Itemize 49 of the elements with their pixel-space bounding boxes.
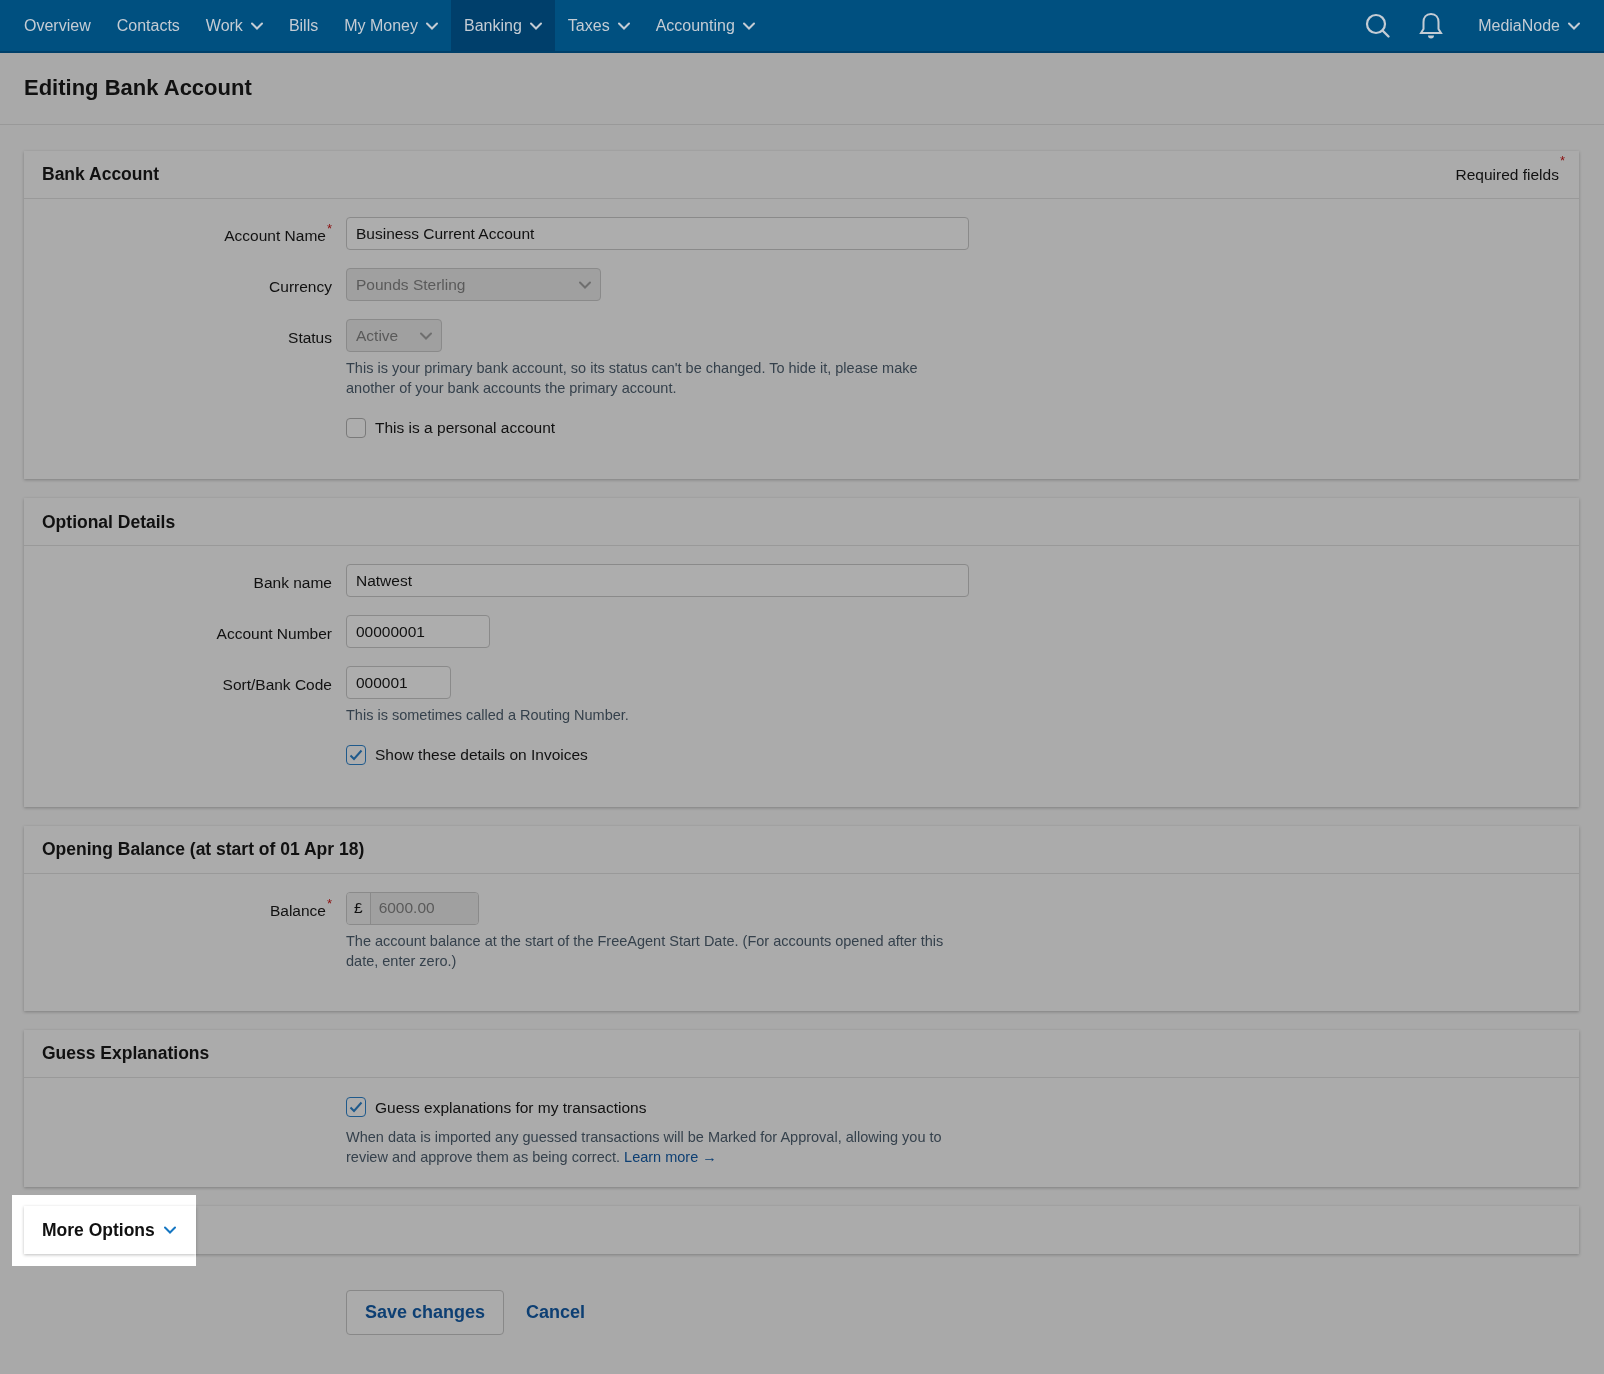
nav-item[interactable]: Accounting <box>642 0 768 51</box>
help-text: The account balance at the start of the FreeAgent Start Date. (For accounts opened after this date, enter zero.) <box>346 931 945 971</box>
field-label: Currency <box>269 277 332 297</box>
learn-more-link[interactable]: Learn more → <box>624 1148 717 1165</box>
required-fields-note: Required fields <box>1455 164 1559 185</box>
section-title: Optional Details <box>42 510 176 534</box>
field-label: Status <box>288 328 332 348</box>
chevron-down-icon <box>1568 21 1580 30</box>
field-label: Balance <box>269 900 326 921</box>
chevron-down-icon <box>163 1225 176 1234</box>
field-label: Account Name <box>224 226 326 246</box>
nav-item[interactable]: Contacts <box>103 0 193 51</box>
field-label: Bank name <box>253 573 332 594</box>
field-label: Account Number <box>216 624 332 645</box>
help-text: This is sometimes called a Routing Number. <box>346 706 630 726</box>
nav-item[interactable]: Bills <box>275 0 332 51</box>
nav-item[interactable]: Taxes <box>554 0 643 51</box>
nav-item[interactable]: Overview <box>11 0 104 51</box>
help-text: This is your primary bank account, so its status can't be changed. To hide it, please make another of your bank accounts the primary account. <box>346 359 919 398</box>
checkbox[interactable] <box>346 1097 366 1118</box>
cancel-link[interactable]: Cancel <box>526 1298 586 1326</box>
chevron-down-icon <box>420 331 432 340</box>
help-text: When data is imported any guessed transactions will be Marked for Approval, allowing you to review and approve them as being correct. Learn more → <box>346 1127 943 1167</box>
checkbox[interactable] <box>346 744 366 765</box>
section-title: Bank Account <box>42 163 159 187</box>
nav-item[interactable]: Work <box>192 0 276 51</box>
required-asterisk: * <box>326 895 332 911</box>
field-label: Sort/Bank Code <box>222 675 332 696</box>
checkbox-label: Show these details on Invoices <box>375 745 588 766</box>
section-title: Opening Balance (at start of 01 Apr 18) <box>42 837 365 861</box>
checkbox-label: Guess explanations for my transactions <box>375 1097 647 1118</box>
input-field[interactable]: Natwest <box>346 564 969 598</box>
nav-item[interactable]: Banking <box>451 0 555 51</box>
page-title: Editing Bank Account <box>24 75 252 102</box>
checkbox[interactable] <box>346 417 366 438</box>
input-field[interactable]: 000001 <box>346 666 451 700</box>
section-title: Guess Explanations <box>42 1041 210 1065</box>
search-icon[interactable] <box>1365 12 1392 39</box>
checkbox-label: This is a personal account <box>375 418 556 438</box>
more-options-toggle[interactable]: More Options <box>24 1205 196 1254</box>
nav-item[interactable]: My Money <box>331 0 451 51</box>
save-button[interactable]: Save changes <box>346 1289 505 1335</box>
input-field[interactable]: Business Current Account <box>346 217 969 250</box>
required-asterisk: * <box>326 221 332 236</box>
chevron-down-icon <box>579 280 591 289</box>
bell-icon[interactable] <box>1419 11 1444 40</box>
user-menu[interactable]: MediaNode <box>1465 0 1593 51</box>
required-asterisk: * <box>1559 151 1565 170</box>
input-field[interactable]: 00000001 <box>346 615 490 649</box>
